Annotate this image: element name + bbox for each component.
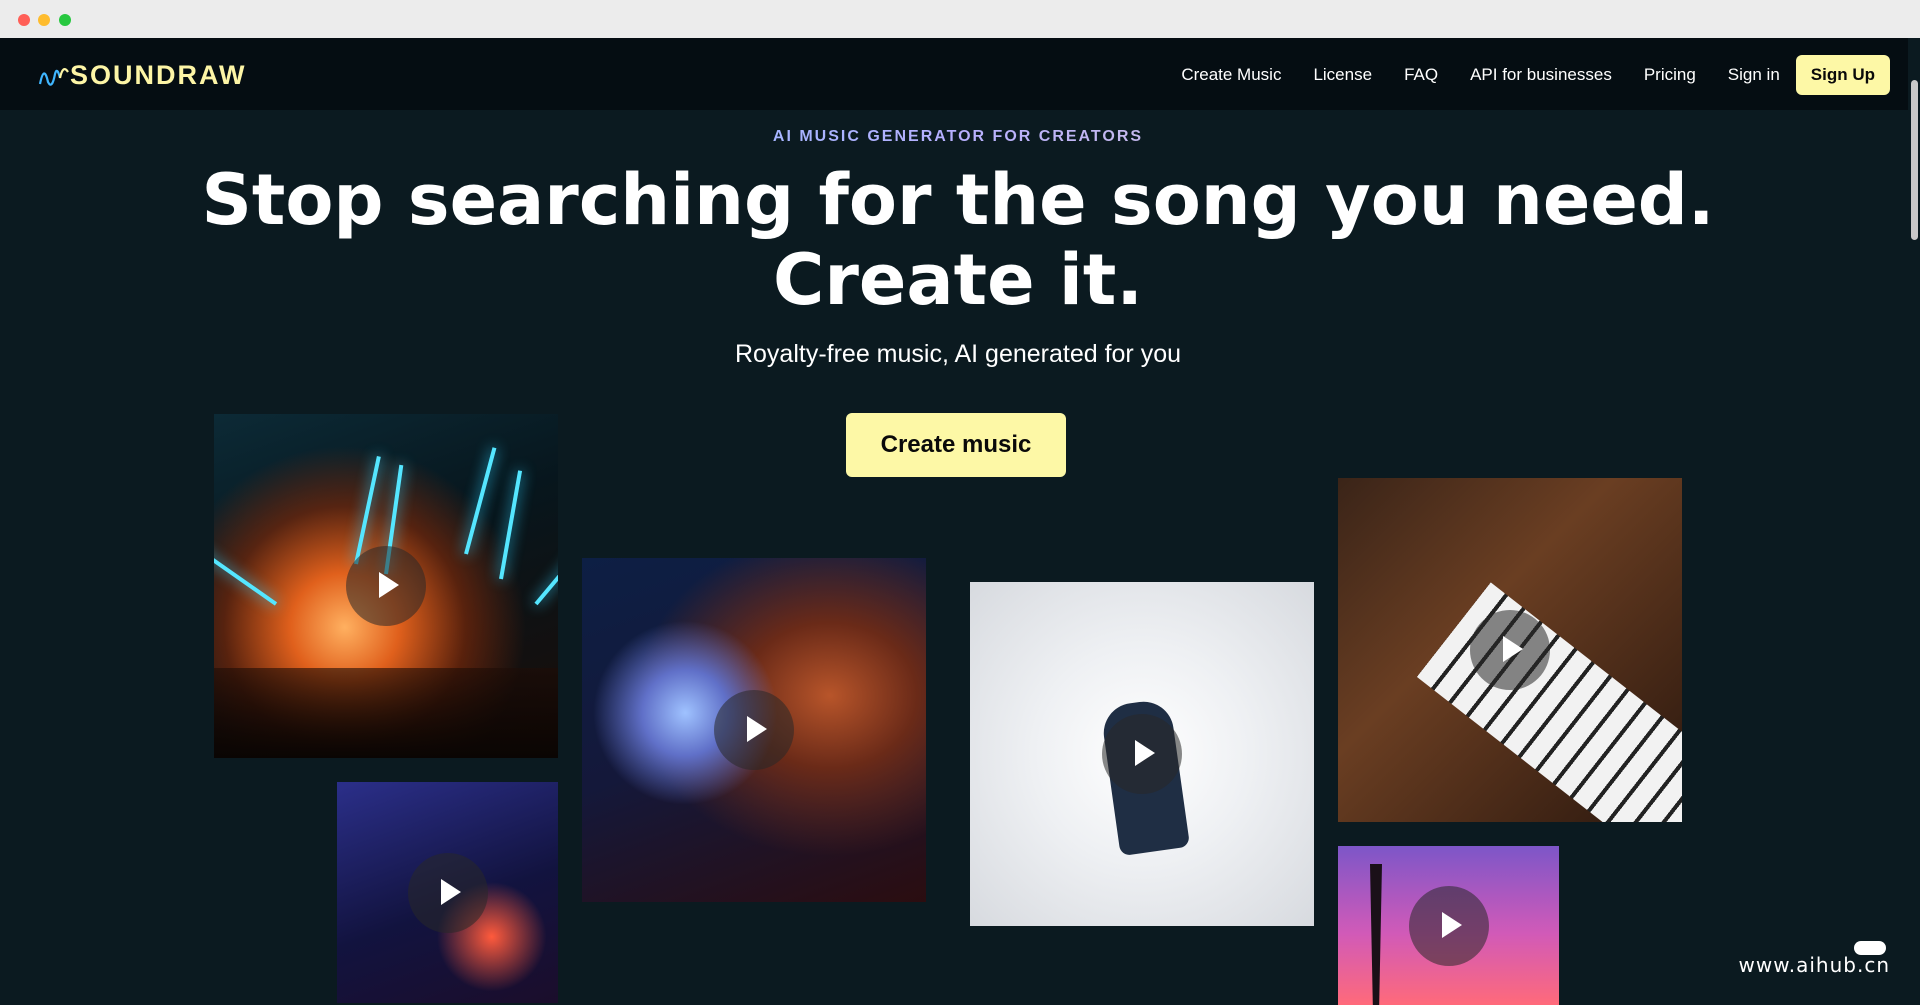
top-navbar: SOUNDRAW Create Music License FAQ API fo… [0, 38, 1920, 110]
browser-chrome [0, 0, 1920, 39]
light-beam [499, 470, 523, 580]
headline-line-2: Create it. [773, 239, 1143, 321]
piano-keys [1416, 582, 1682, 822]
nav-license[interactable]: License [1313, 65, 1372, 85]
nav-api-for-businesses[interactable]: API for businesses [1470, 65, 1612, 85]
headline-line-1: Stop searching for the song you need. [201, 159, 1715, 241]
tile-disco-ball[interactable] [582, 558, 926, 902]
watermark: www.aihub.cn [1738, 953, 1890, 977]
light-beam [464, 447, 497, 555]
tile-palm-sunset[interactable] [1338, 846, 1559, 1005]
tile-concert[interactable] [214, 414, 558, 758]
palm-tree [1370, 864, 1382, 1005]
soundraw-logo[interactable]: SOUNDRAW [38, 60, 247, 90]
play-icon[interactable] [1470, 610, 1550, 690]
scrollbar-thumb[interactable] [1911, 80, 1918, 240]
window-minimize-icon[interactable] [38, 14, 50, 26]
window-maximize-icon[interactable] [59, 14, 71, 26]
play-icon[interactable] [1408, 885, 1489, 966]
brand-name: SOUNDRAW [70, 59, 247, 90]
tile-piano[interactable] [1338, 478, 1682, 822]
scrollbar[interactable] [1908, 38, 1920, 1005]
hero-headline: Stop searching for the song you need. Cr… [0, 160, 1916, 320]
nav-pricing[interactable]: Pricing [1644, 65, 1696, 85]
light-beam [534, 518, 558, 606]
waveform-logo-icon [38, 68, 69, 86]
nav-sign-in[interactable]: Sign in [1728, 65, 1780, 85]
play-icon[interactable] [714, 690, 794, 770]
nav-links: Create Music License FAQ API for busines… [1181, 55, 1890, 95]
nav-create-music[interactable]: Create Music [1181, 65, 1281, 85]
sign-up-button[interactable]: Sign Up [1795, 55, 1890, 95]
hero-eyebrow: AI MUSIC GENERATOR FOR CREATORS [0, 128, 1916, 146]
create-music-button[interactable]: Create music [846, 413, 1066, 477]
light-beam [214, 539, 278, 606]
nav-faq[interactable]: FAQ [1404, 65, 1438, 85]
hero-subhead: Royalty-free music, AI generated for you [734, 340, 1182, 368]
crowd-silhouette [214, 668, 558, 758]
tile-city-night[interactable] [337, 782, 558, 1003]
play-icon[interactable] [407, 852, 488, 933]
play-icon[interactable] [1102, 714, 1182, 794]
tile-dancer[interactable] [970, 582, 1314, 926]
play-icon[interactable] [346, 546, 426, 626]
window-close-icon[interactable] [18, 14, 30, 26]
